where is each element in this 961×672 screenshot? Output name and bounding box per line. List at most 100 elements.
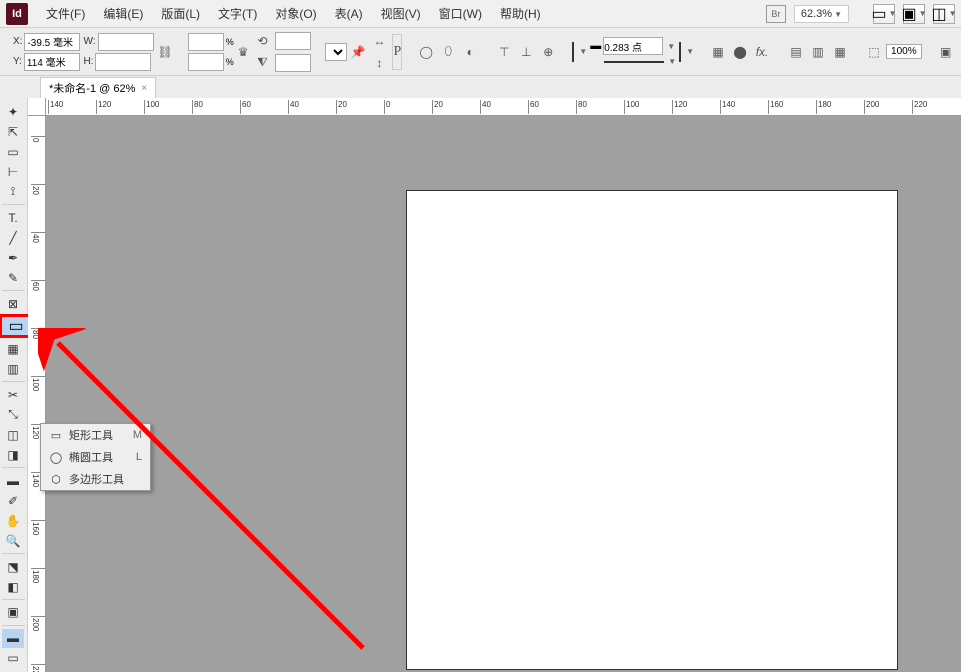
corners-button[interactable]: ⬚ — [864, 42, 884, 62]
scissors-tool[interactable]: ✂ — [2, 385, 24, 404]
fit-content-button[interactable]: ▣ — [936, 42, 956, 62]
ruler-origin[interactable] — [28, 98, 46, 116]
h-input[interactable] — [95, 53, 151, 71]
bridge-button[interactable]: Br — [766, 5, 786, 23]
horizontal-grid-tool[interactable]: ▦ — [2, 339, 24, 358]
menu-view[interactable]: 视图(V) — [373, 1, 429, 26]
gap-tool[interactable]: ⊢ — [2, 162, 24, 181]
tab-title: *未命名-1 @ 62% — [49, 80, 135, 96]
x-input[interactable] — [24, 33, 80, 51]
h-label: H: — [83, 56, 93, 67]
text-wrap-none[interactable]: ▤ — [786, 42, 806, 62]
menu-file[interactable]: 文件(F) — [38, 1, 93, 26]
object-style-select[interactable] — [325, 43, 347, 61]
shear-input[interactable] — [275, 54, 311, 72]
hand-tool[interactable]: ✋ — [2, 511, 24, 530]
line-tool[interactable]: ╱ — [2, 228, 24, 247]
align-bottom-button[interactable]: ⊥ — [516, 42, 536, 62]
rotate-input[interactable] — [275, 32, 311, 50]
scale-y-input[interactable] — [188, 53, 224, 71]
flip-h-button[interactable]: ↔ — [369, 31, 389, 51]
effects-button[interactable]: ▦ — [708, 42, 728, 62]
fill-none-swatch[interactable] — [572, 42, 574, 62]
screen-icon: ▭ — [871, 4, 886, 24]
flyout-shortcut: L — [124, 451, 142, 463]
type-tool[interactable]: T. — [2, 208, 24, 227]
drop-shadow-button[interactable]: ⬤ — [730, 42, 750, 62]
zoom-tool[interactable]: 🔍 — [2, 531, 24, 550]
menu-text[interactable]: 文字(T) — [210, 1, 265, 26]
note-tool[interactable]: ▬ — [2, 471, 24, 490]
preview-mode[interactable]: ▭ — [2, 649, 24, 668]
rectangle-frame-tool[interactable]: ⊠ — [2, 294, 24, 313]
page-tool[interactable]: ▭ — [2, 142, 24, 161]
view-options-button[interactable]: ▣▼ — [903, 4, 925, 24]
app-logo: Id — [6, 3, 28, 25]
screen-mode-button[interactable]: ▭▼ — [873, 4, 895, 24]
content-collector-tool[interactable]: ⟟ — [2, 182, 24, 201]
flyout-shortcut: M — [121, 429, 142, 441]
flip-v-button[interactable]: ↕ — [369, 53, 389, 73]
flyout-ellipse[interactable]: ◯ 椭圆工具 L — [41, 446, 150, 468]
columns-icon: ◫ — [931, 4, 946, 24]
menu-table[interactable]: 表(A) — [327, 1, 371, 26]
fx-button[interactable]: fx. — [752, 42, 772, 62]
text-wrap-shape[interactable]: ▦ — [830, 42, 850, 62]
direct-selection-tool[interactable]: ⇱ — [2, 122, 24, 141]
menubar: Id 文件(F) 编辑(E) 版面(L) 文字(T) 对象(O) 表(A) 视图… — [0, 0, 961, 28]
annotation-arrow — [38, 328, 438, 672]
arrange-button[interactable]: ◫▼ — [933, 4, 955, 24]
x-label: X: — [13, 36, 22, 47]
select-container-button[interactable]: ⬯ — [438, 42, 458, 62]
p-icon: P — [393, 44, 401, 60]
frame-icon: ▣ — [901, 4, 916, 24]
align-center-button[interactable]: ⊕ — [538, 42, 558, 62]
flyout-rectangle[interactable]: ▭ 矩形工具 M — [41, 424, 150, 446]
pencil-tool[interactable]: ✎ — [2, 268, 24, 287]
pin-icon[interactable]: 📌 — [350, 42, 367, 62]
fill-stroke-swap[interactable]: ⬔ — [2, 557, 24, 576]
apply-color-button[interactable]: ▣ — [2, 603, 24, 622]
select-prev-button[interactable]: ◐ — [460, 42, 480, 62]
stroke-weight-input[interactable] — [603, 37, 663, 55]
menu-edit[interactable]: 编辑(E) — [95, 1, 151, 26]
normal-view-mode[interactable]: ▬ — [2, 629, 24, 648]
menu-help[interactable]: 帮助(H) — [492, 1, 549, 26]
select-content-button[interactable]: ◯ — [416, 42, 436, 62]
align-top-button[interactable]: ⊤ — [494, 42, 514, 62]
document-tab[interactable]: *未命名-1 @ 62% × — [40, 77, 156, 98]
gradient-swatch-tool[interactable]: ◫ — [2, 425, 24, 444]
stroke-black-swatch[interactable] — [679, 42, 681, 62]
document-page — [406, 190, 898, 670]
selection-tool[interactable]: ✦ — [2, 102, 24, 121]
text-wrap-bbox[interactable]: ▥ — [808, 42, 828, 62]
pen-tool[interactable]: ✒ — [2, 248, 24, 267]
selection-tool-icon[interactable]: ♛ — [237, 42, 250, 62]
menu-layout[interactable]: 版面(L) — [153, 1, 208, 26]
opacity-display[interactable]: 100% — [886, 44, 922, 59]
link-dimensions-button[interactable]: ⛓ — [157, 42, 174, 62]
menu-object[interactable]: 对象(O) — [267, 1, 324, 26]
rectangle-icon: ▭ — [8, 316, 23, 336]
polygon-icon: ⬡ — [49, 472, 63, 486]
canvas-area[interactable]: 1401201008060402002040608010012014016018… — [28, 98, 961, 672]
w-input[interactable] — [98, 33, 154, 51]
menu-window[interactable]: 窗口(W) — [431, 1, 490, 26]
document-tab-bar: *未命名-1 @ 62% × — [0, 76, 961, 98]
scale-x-input[interactable] — [188, 33, 224, 51]
vertical-grid-tool[interactable]: ▥ — [2, 359, 24, 378]
default-fill-stroke[interactable]: ◧ — [2, 577, 24, 596]
center-content-button[interactable]: ◫ — [958, 42, 961, 62]
free-transform-tool[interactable]: ⤡ — [2, 405, 24, 424]
eyedropper-tool[interactable]: ✐ — [2, 491, 24, 510]
y-input[interactable] — [24, 53, 80, 71]
gradient-feather-tool[interactable]: ◨ — [2, 445, 24, 464]
vertical-ruler[interactable]: 020406080100120140160180200220 — [28, 116, 46, 672]
y-label: Y: — [13, 56, 22, 67]
flyout-label: 矩形工具 — [69, 427, 113, 443]
horizontal-ruler[interactable]: 1401201008060402002040608010012014016018… — [46, 98, 961, 116]
close-tab-button[interactable]: × — [141, 83, 147, 94]
zoom-level-display[interactable]: 62.3%▼ — [794, 5, 849, 23]
flyout-polygon[interactable]: ⬡ 多边形工具 — [41, 468, 150, 490]
transform-menu[interactable]: P — [392, 34, 402, 70]
